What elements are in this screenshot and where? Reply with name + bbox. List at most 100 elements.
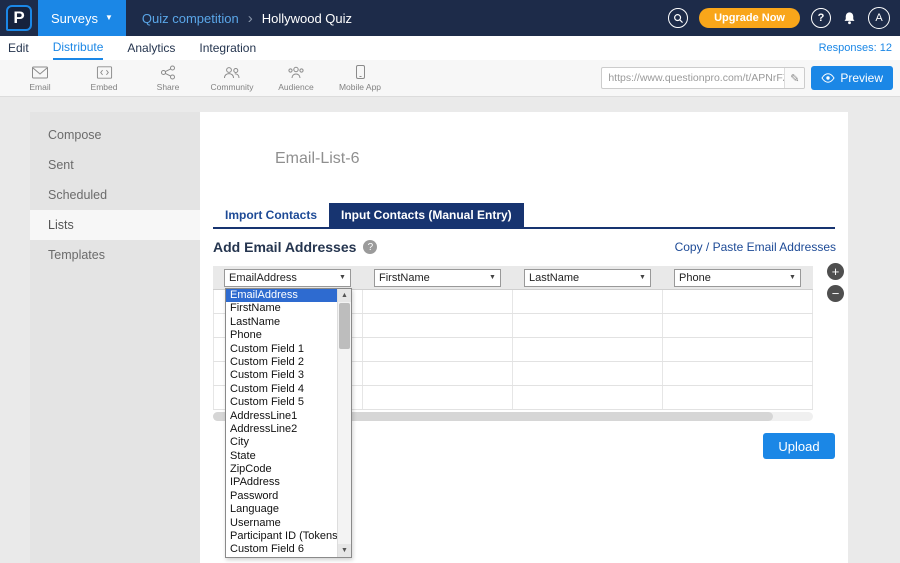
dropdown-scrollbar-thumb[interactable] — [339, 303, 350, 349]
section-header: Add Email Addresses ? Copy / Paste Email… — [213, 239, 836, 255]
dropdown-option[interactable]: Participant ID (Tokens) — [226, 530, 337, 543]
dropdown-option[interactable]: Password — [226, 490, 337, 503]
dropdown-option[interactable]: Custom Field 2 — [226, 356, 337, 369]
scroll-down-icon[interactable]: ▼ — [338, 544, 351, 557]
toolbar-label: Email — [29, 82, 50, 92]
entry-cell[interactable] — [513, 362, 663, 385]
edit-url-icon[interactable]: ✎ — [784, 68, 804, 88]
mobile-app-icon — [355, 64, 366, 80]
entry-cell[interactable] — [513, 314, 663, 337]
toolbar-item-mobile-app[interactable]: Mobile App — [328, 64, 392, 92]
dropdown-option[interactable]: LastName — [226, 316, 337, 329]
entry-cell[interactable] — [663, 386, 813, 409]
tab-input-contacts-manual[interactable]: Input Contacts (Manual Entry) — [329, 203, 524, 227]
column-select-lastname[interactable]: LastName ▼ — [524, 269, 651, 287]
nav-item-integration[interactable]: Integration — [199, 36, 256, 60]
sidebar-item-templates[interactable]: Templates — [30, 240, 200, 270]
responses-count[interactable]: Responses: 12 — [819, 36, 892, 60]
sidebar-item-lists[interactable]: Lists — [30, 210, 200, 240]
help-icon[interactable]: ? — [811, 8, 831, 28]
toolbar-label: Mobile App — [339, 82, 381, 92]
dropdown-option[interactable]: FirstName — [226, 302, 337, 315]
email-sidebar: Compose Sent Scheduled Lists Templates — [30, 112, 200, 563]
toolbar-item-share[interactable]: Share — [136, 65, 200, 92]
column-select-firstname[interactable]: FirstName ▼ — [374, 269, 501, 287]
header-cell: EmailAddress ▼ — [213, 266, 363, 289]
dropdown-option[interactable]: Username — [226, 517, 337, 530]
entry-cell[interactable] — [363, 314, 513, 337]
breadcrumb-parent[interactable]: Quiz competition — [142, 11, 239, 26]
upload-button[interactable]: Upload — [763, 433, 835, 459]
share-icon — [160, 65, 176, 80]
dropdown-option[interactable]: Phone — [226, 329, 337, 342]
questionpro-logo[interactable]: P — [6, 5, 32, 31]
sidebar-item-compose[interactable]: Compose — [30, 120, 200, 150]
entry-cell[interactable] — [363, 362, 513, 385]
copy-paste-link[interactable]: Copy / Paste Email Addresses — [675, 240, 836, 254]
add-row-button[interactable]: + — [827, 263, 844, 280]
dropdown-option[interactable]: ZipCode — [226, 463, 337, 476]
section-title: Add Email Addresses — [213, 239, 356, 255]
toolbar-item-community[interactable]: Community — [200, 65, 264, 92]
dropdown-option[interactable]: City — [226, 436, 337, 449]
page-title: Email-List-6 — [275, 150, 359, 168]
toolbar-label: Embed — [91, 82, 118, 92]
chevron-down-icon: ▼ — [485, 274, 500, 281]
entry-cell[interactable] — [663, 290, 813, 313]
entry-cell[interactable] — [663, 314, 813, 337]
dropdown-scrollbar[interactable]: ▲ ▼ — [337, 289, 351, 557]
toolbar-item-email[interactable]: Email — [8, 65, 72, 92]
community-icon — [223, 65, 241, 80]
notifications-bell-icon[interactable] — [842, 10, 857, 26]
entry-cell[interactable] — [513, 386, 663, 409]
survey-url-field[interactable]: https://www.questionpro.com/t/APNrFZ ✎ — [601, 67, 805, 89]
entry-cell[interactable] — [663, 338, 813, 361]
breadcrumb-current: Hollywood Quiz — [262, 11, 352, 26]
preview-button[interactable]: Preview — [811, 66, 893, 90]
remove-row-button[interactable]: − — [827, 285, 844, 302]
app-window: P Surveys ▼ Quiz competition › Hollywood… — [0, 0, 900, 563]
upgrade-now-button[interactable]: Upgrade Now — [699, 8, 800, 28]
sidebar-item-scheduled[interactable]: Scheduled — [30, 180, 200, 210]
toolbar-item-embed[interactable]: Embed — [72, 65, 136, 92]
dropdown-option[interactable]: AddressLine2 — [226, 423, 337, 436]
chevron-down-icon: ▼ — [335, 274, 350, 281]
dropdown-option[interactable]: Custom Field 3 — [226, 369, 337, 382]
entry-cell[interactable] — [513, 338, 663, 361]
header-cell: Phone ▼ — [663, 266, 813, 289]
toolbar-item-audience[interactable]: Audience — [264, 65, 328, 92]
topbar-actions: Upgrade Now ? A — [668, 7, 890, 29]
nav-item-analytics[interactable]: Analytics — [127, 36, 175, 60]
dropdown-option[interactable]: State — [226, 450, 337, 463]
email-icon — [31, 65, 49, 80]
column-select-email[interactable]: EmailAddress ▼ — [224, 269, 351, 287]
dropdown-option[interactable]: Custom Field 6 — [226, 543, 337, 556]
dropdown-option[interactable]: AddressLine1 — [226, 410, 337, 423]
surveys-dropdown-button[interactable]: Surveys ▼ — [38, 0, 126, 36]
dropdown-option[interactable]: EmailAddress — [226, 289, 337, 302]
survey-url-text: https://www.questionpro.com/t/APNrFZ — [602, 72, 784, 84]
entry-cell[interactable] — [363, 386, 513, 409]
nav-item-edit[interactable]: Edit — [8, 36, 29, 60]
nav-item-distribute[interactable]: Distribute — [53, 36, 104, 60]
breadcrumb-separator: › — [248, 10, 253, 27]
entry-cell[interactable] — [663, 362, 813, 385]
tab-import-contacts[interactable]: Import Contacts — [213, 203, 329, 227]
dropdown-option[interactable]: Custom Field 1 — [226, 343, 337, 356]
dropdown-option[interactable]: Custom Field 4 — [226, 383, 337, 396]
dropdown-option[interactable]: Custom Field 5 — [226, 396, 337, 409]
entry-cell[interactable] — [513, 290, 663, 313]
scroll-up-icon[interactable]: ▲ — [338, 289, 351, 302]
eye-icon — [821, 73, 835, 83]
sidebar-item-sent[interactable]: Sent — [30, 150, 200, 180]
search-icon[interactable] — [668, 8, 688, 28]
toolbar-label: Share — [157, 82, 180, 92]
column-select-phone[interactable]: Phone ▼ — [674, 269, 801, 287]
entry-cell[interactable] — [363, 338, 513, 361]
entry-cell[interactable] — [363, 290, 513, 313]
toolbar-label: Community — [211, 82, 254, 92]
help-badge-icon[interactable]: ? — [363, 240, 377, 254]
dropdown-option[interactable]: IPAddress — [226, 476, 337, 489]
user-avatar[interactable]: A — [868, 7, 890, 29]
dropdown-option[interactable]: Language — [226, 503, 337, 516]
